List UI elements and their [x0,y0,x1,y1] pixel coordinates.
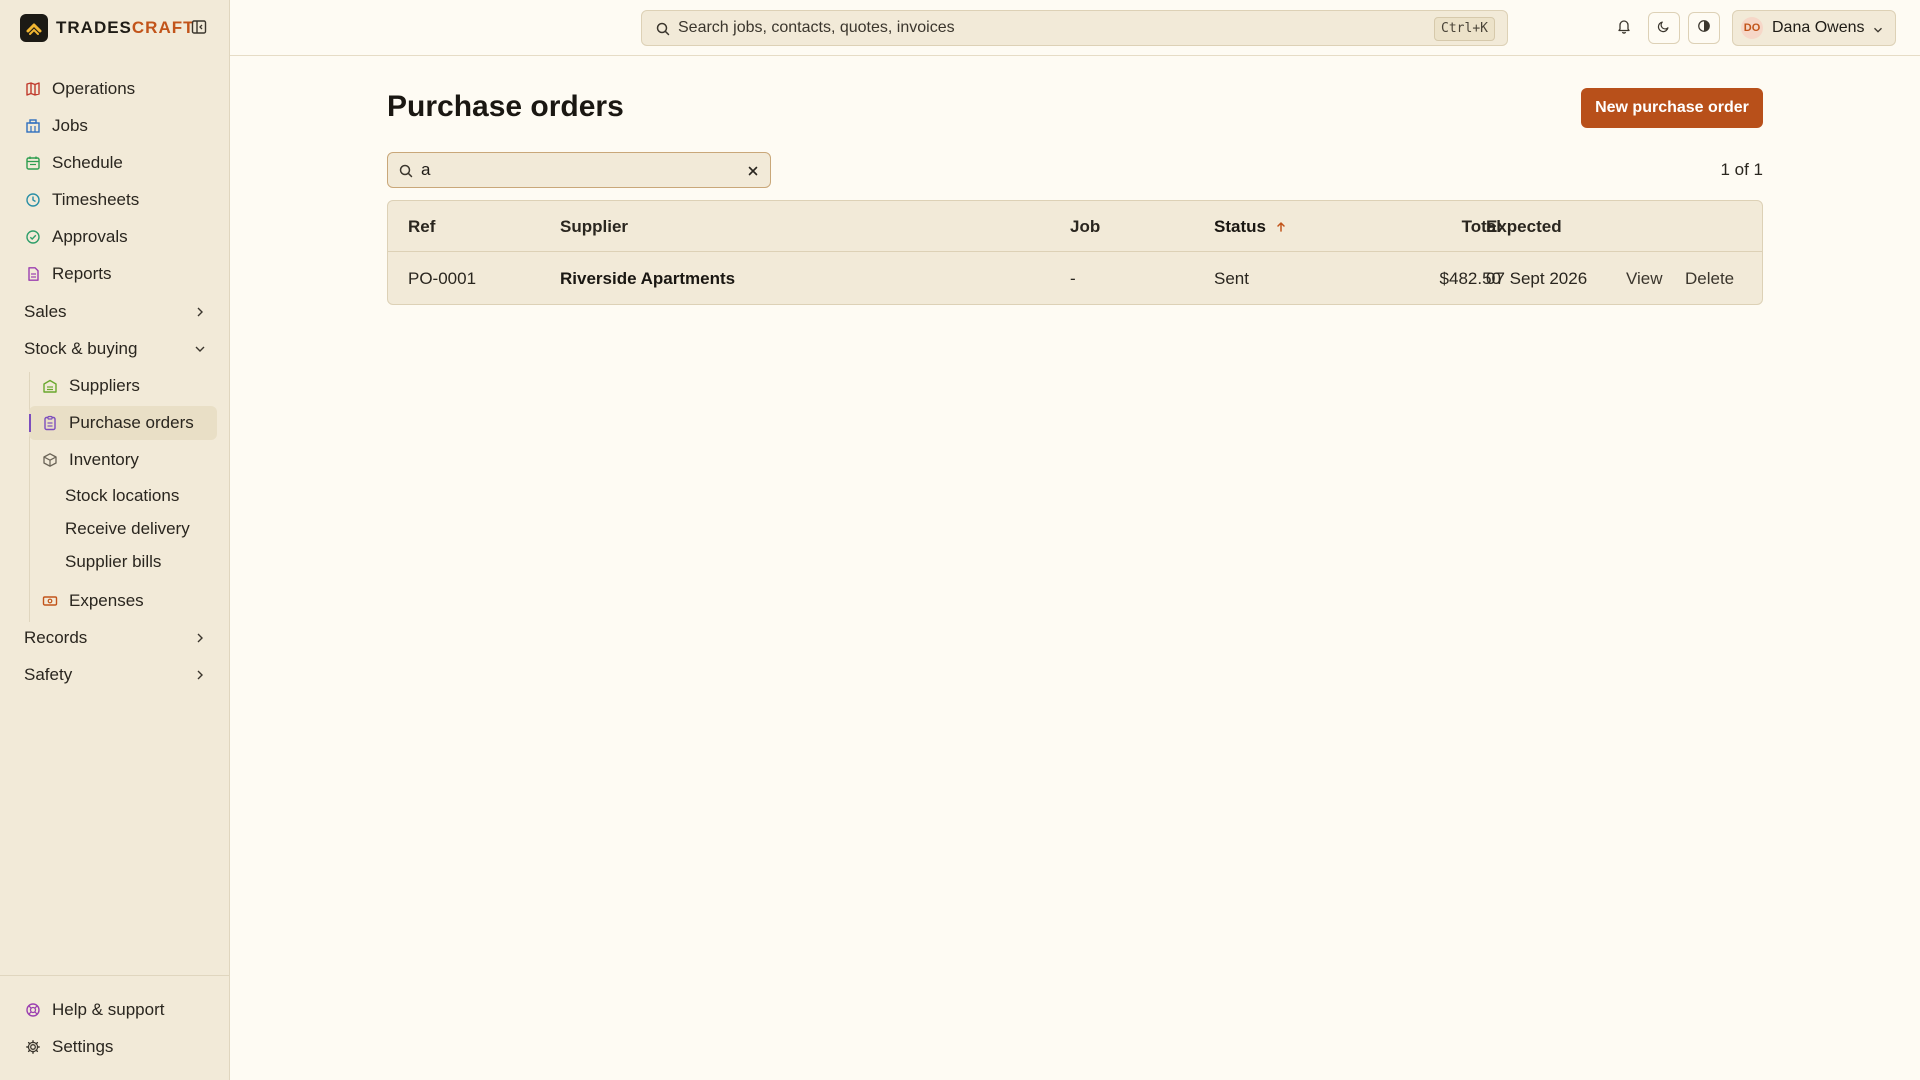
global-search-placeholder: Search jobs, contacts, quotes, invoices [678,19,955,36]
cell-status: Sent [1214,269,1249,288]
sidebar-item-inventory[interactable]: Inventory [29,443,217,477]
brand-name-part2: CRAFT [131,18,195,37]
sidebar-item-label: Help & support [52,1000,165,1019]
sidebar-item-label: Timesheets [52,190,140,209]
sidebar-collapse-icon[interactable] [190,18,208,36]
pagination-count: 1 of 1 [1720,160,1763,179]
sidebar-group-label: Safety [24,665,73,684]
sidebar-group-label: Stock & buying [24,339,138,358]
sidebar-item-supplier-bills[interactable]: Supplier bills [55,549,161,575]
column-header-ref[interactable]: Ref [408,217,435,237]
sidebar-item-label: Purchase orders [69,413,194,432]
sidebar-item-approvals[interactable]: Approvals [12,220,218,254]
sidebar-item-label: Schedule [52,153,123,172]
clock-icon [24,191,42,209]
sidebar-item-receive-delivery[interactable]: Receive delivery [55,516,190,542]
brand[interactable]: TRADESCRAFT [20,14,195,42]
lifebuoy-icon [24,1001,42,1019]
document-icon [24,265,42,283]
sidebar-group-stock-buying[interactable]: Stock & buying [12,332,218,366]
chevron-down-icon [1871,22,1885,36]
banknote-icon [41,592,59,610]
sidebar-item-label: Jobs [52,116,88,135]
building-icon [24,117,42,135]
warehouse-icon [41,377,59,395]
moon-icon [1657,18,1671,38]
sidebar-item-operations[interactable]: Operations [12,72,218,106]
sidebar-group-sales[interactable]: Sales [12,295,218,329]
gear-icon [24,1038,42,1056]
sidebar: TRADESCRAFT Operations Jobs Schedule Tim… [0,0,230,1080]
clipboard-icon [41,414,59,432]
sort-ascending-icon [1275,218,1287,238]
sidebar-item-settings[interactable]: Settings [12,1030,218,1064]
brand-name-part1: TRADES [56,18,132,37]
check-circle-icon [24,228,42,246]
sidebar-footer: Help & support Settings [0,975,230,1080]
global-search-input[interactable]: Search jobs, contacts, quotes, invoices … [641,10,1508,46]
box-icon [41,451,59,469]
topbar: Search jobs, contacts, quotes, invoices … [230,0,1920,56]
column-header-status-label: Status [1214,217,1266,236]
sidebar-item-label: Approvals [52,227,128,246]
filter-input[interactable]: a [387,152,771,188]
column-header-status[interactable]: Status [1214,217,1287,238]
sidebar-item-purchase-orders[interactable]: Purchase orders [29,406,217,440]
sidebar-item-suppliers[interactable]: Suppliers [29,369,217,403]
sidebar-group-label: Records [24,628,88,647]
sidebar-item-label: Operations [52,79,136,98]
chevron-down-icon [192,341,208,357]
brand-logo-icon [20,14,48,42]
cell-job: - [1070,269,1076,288]
keyboard-shortcut-badge: Ctrl+K [1434,17,1495,41]
contrast-icon [1697,18,1711,38]
column-header-expected[interactable]: Expected [1486,217,1562,237]
search-icon [398,163,414,179]
page-title: Purchase orders [387,90,624,123]
chevron-right-icon [192,630,208,646]
theme-toggle-button[interactable] [1648,12,1680,44]
table-row[interactable]: PO-0001 Riverside Apartments - Sent $482… [388,253,1762,304]
sidebar-item-label: Suppliers [69,376,140,395]
calendar-icon [24,154,42,172]
cell-supplier: Riverside Apartments [560,269,736,288]
notifications-button[interactable] [1608,12,1640,44]
column-header-supplier[interactable]: Supplier [560,217,628,237]
chevron-right-icon [192,667,208,683]
sidebar-item-timesheets[interactable]: Timesheets [12,183,218,217]
sidebar-item-label: Expenses [69,591,144,610]
sidebar-item-stock-locations[interactable]: Stock locations [55,483,179,509]
sidebar-item-label: Settings [52,1037,114,1056]
brand-name: TRADESCRAFT [56,18,195,38]
sidebar-item-schedule[interactable]: Schedule [12,146,218,180]
sidebar-item-help[interactable]: Help & support [12,993,218,1027]
sidebar-item-expenses[interactable]: Expenses [29,584,217,618]
purchase-orders-table: Ref Supplier Job Status Total Expected P… [387,200,1763,305]
user-menu-button[interactable]: DO Dana Owens [1732,10,1896,46]
table-header: Ref Supplier Job Status Total Expected [388,201,1762,252]
contrast-toggle-button[interactable] [1688,12,1720,44]
column-header-job[interactable]: Job [1070,217,1100,237]
bell-icon [1616,18,1632,39]
clear-filter-icon[interactable] [746,163,760,177]
user-name: Dana Owens [1772,19,1865,36]
map-icon [24,80,42,98]
avatar: DO [1741,17,1763,39]
sidebar-item-label: Inventory [69,450,139,469]
sidebar-item-reports[interactable]: Reports [12,257,218,291]
sidebar-group-label: Sales [24,302,67,321]
sidebar-item-label: Reports [52,264,112,283]
cell-expected: 07 Sept 2026 [1486,269,1588,288]
cell-ref: PO-0001 [408,269,477,288]
new-purchase-order-button[interactable]: New purchase order [1581,88,1763,128]
view-link[interactable]: View [1626,269,1663,289]
search-icon [655,21,671,37]
delete-link[interactable]: Delete [1685,269,1734,289]
sidebar-group-records[interactable]: Records [12,621,218,655]
sidebar-group-safety[interactable]: Safety [12,658,218,692]
sidebar-item-jobs[interactable]: Jobs [12,109,218,143]
filter-value: a [421,160,431,179]
chevron-right-icon [192,304,208,320]
